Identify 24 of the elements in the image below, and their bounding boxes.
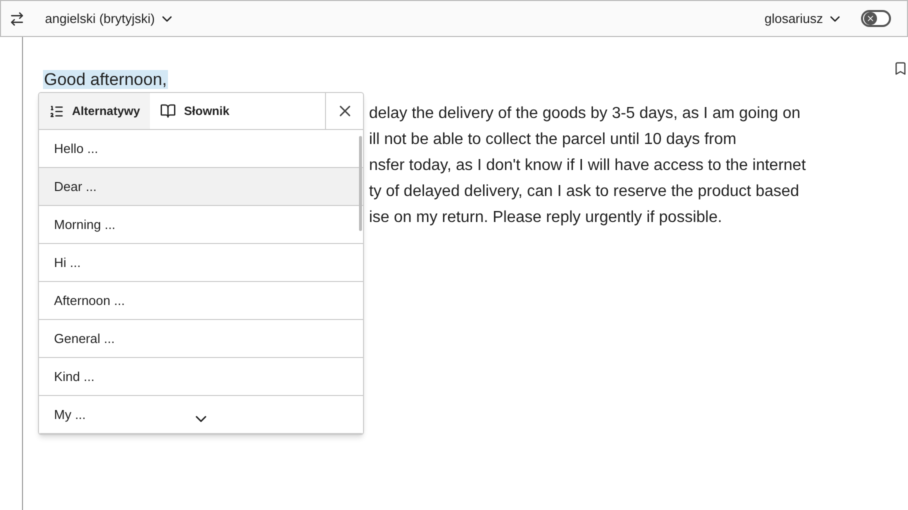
list-icon	[49, 104, 64, 118]
glossary-toggle[interactable]	[861, 10, 891, 27]
alternative-item[interactable]: General ...	[39, 320, 363, 358]
glossary-dropdown[interactable]: glosariusz	[764, 8, 843, 28]
text-line: ise on my return. Please reply urgently if possible.	[369, 208, 722, 228]
alternative-item[interactable]: My ...	[39, 396, 363, 434]
alternative-item[interactable]: Hi ...	[39, 244, 363, 282]
language-dropdown[interactable]: angielski (brytyjski)	[45, 8, 175, 28]
alternative-item[interactable]: Morning ...	[39, 206, 363, 244]
swap-icon[interactable]	[9, 10, 25, 26]
alternative-item[interactable]: Kind ...	[39, 358, 363, 396]
popup-tab[interactable]: Alternatywy	[39, 93, 150, 129]
book-icon	[160, 103, 176, 119]
text-line: ty of delayed delivery, can I ask to reserve the product based	[369, 182, 800, 202]
alternative-item[interactable]: Hello ...	[39, 130, 363, 168]
greeting-text: Good afternoon,	[43, 70, 168, 89]
close-icon	[866, 14, 875, 23]
text-line: nsfer today, as I don't know if I will have access to the internet	[369, 156, 806, 176]
text-line: delay the delivery of the goods by 3-5 days, as I am going on	[369, 104, 800, 124]
text-line: ill not be able to collect the parcel until 10 days from	[369, 130, 736, 150]
scrollbar[interactable]	[359, 136, 362, 231]
bookmark-icon[interactable]	[893, 61, 908, 76]
alternative-item[interactable]: Afternoon ...	[39, 282, 363, 320]
alternative-item[interactable]: Dear ...	[39, 168, 363, 206]
